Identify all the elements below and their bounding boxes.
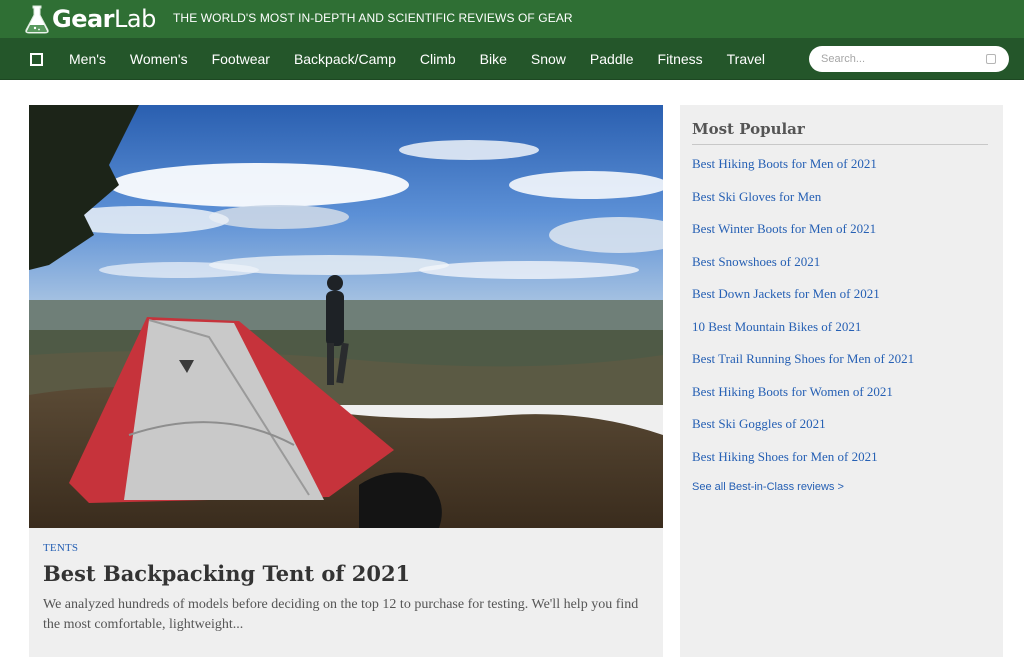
most-popular-sidebar: Most Popular Best Hiking Boots for Men o… bbox=[680, 105, 1003, 657]
tent-on-hilltop-photo[interactable] bbox=[29, 105, 663, 528]
logo-text: GearLab bbox=[52, 5, 156, 33]
nav-menu: Men's Women's Footwear Backpack/Camp Cli… bbox=[57, 38, 777, 80]
popular-link[interactable]: 10 Best Mountain Bikes of 2021 bbox=[692, 317, 914, 350]
nav-item-womens[interactable]: Women's bbox=[118, 51, 200, 67]
popular-link[interactable]: Best Ski Goggles of 2021 bbox=[692, 414, 914, 447]
nav-item-climb[interactable]: Climb bbox=[408, 51, 468, 67]
site-tagline: THE WORLD'S MOST IN-DEPTH AND SCIENTIFIC… bbox=[173, 11, 573, 25]
search-icon[interactable] bbox=[986, 54, 996, 64]
nav-item-paddle[interactable]: Paddle bbox=[578, 51, 646, 67]
nav-item-footwear[interactable]: Footwear bbox=[200, 51, 282, 67]
popular-link[interactable]: Best Hiking Shoes for Men of 2021 bbox=[692, 447, 914, 480]
popular-links-list: Best Hiking Boots for Men of 2021 Best S… bbox=[692, 154, 914, 479]
sidebar-title: Most Popular bbox=[692, 120, 805, 138]
article-category[interactable]: TENTS bbox=[43, 542, 78, 554]
popular-link[interactable]: Best Hiking Boots for Men of 2021 bbox=[692, 154, 914, 187]
popular-link[interactable]: Best Down Jackets for Men of 2021 bbox=[692, 284, 914, 317]
popular-link[interactable]: Best Trail Running Shoes for Men of 2021 bbox=[692, 349, 914, 382]
popular-link[interactable]: Best Hiking Boots for Women of 2021 bbox=[692, 382, 914, 415]
menu-checkbox-icon[interactable] bbox=[30, 53, 43, 66]
search-input[interactable] bbox=[821, 50, 971, 68]
nav-item-travel[interactable]: Travel bbox=[715, 51, 777, 67]
popular-link[interactable]: Best Ski Gloves for Men bbox=[692, 187, 914, 220]
nav-item-bike[interactable]: Bike bbox=[468, 51, 519, 67]
site-header: GearLab THE WORLD'S MOST IN-DEPTH AND SC… bbox=[0, 0, 1024, 38]
popular-link[interactable]: Best Winter Boots for Men of 2021 bbox=[692, 219, 914, 252]
article-excerpt: We analyzed hundreds of models before de… bbox=[43, 597, 639, 632]
featured-article: TENTS Best Backpacking Tent of 2021 We a… bbox=[29, 105, 663, 657]
nav-item-mens[interactable]: Men's bbox=[57, 51, 118, 67]
sidebar-divider bbox=[692, 144, 988, 145]
flask-logo-icon bbox=[25, 5, 49, 34]
gearlab-logo[interactable]: GearLab bbox=[24, 2, 156, 36]
hero-photo-illustration bbox=[29, 105, 663, 528]
nav-item-fitness[interactable]: Fitness bbox=[646, 51, 715, 67]
nav-item-snow[interactable]: Snow bbox=[519, 51, 578, 67]
article-title[interactable]: Best Backpacking Tent of 2021 bbox=[43, 561, 410, 586]
see-all-reviews-link[interactable]: See all Best-in-Class reviews > bbox=[692, 481, 844, 493]
popular-link[interactable]: Best Snowshoes of 2021 bbox=[692, 252, 914, 285]
search-box bbox=[809, 46, 1009, 72]
nav-item-backpack-camp[interactable]: Backpack/Camp bbox=[282, 51, 408, 67]
